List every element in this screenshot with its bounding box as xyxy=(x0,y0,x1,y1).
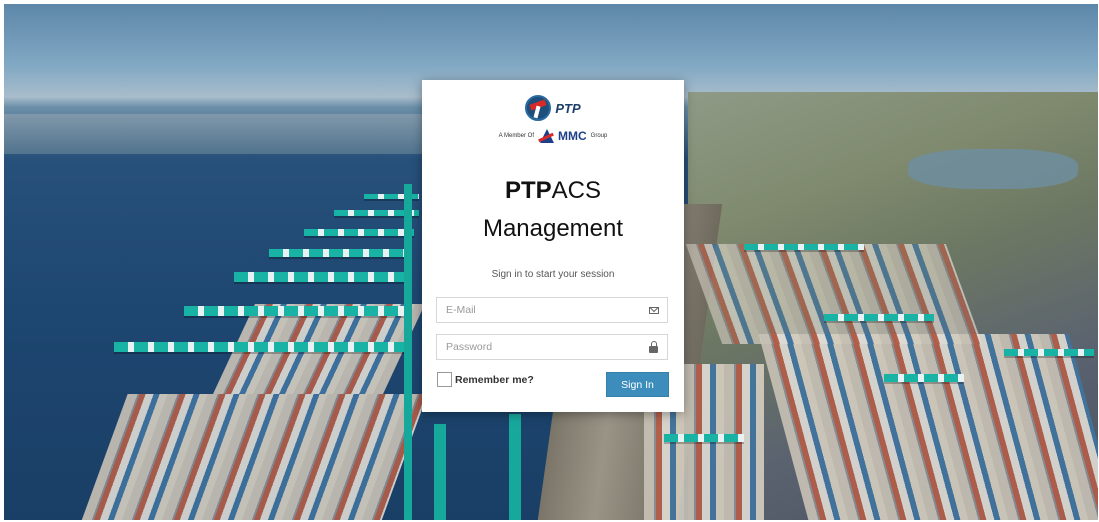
crane-boom xyxy=(114,342,404,352)
inland-water xyxy=(908,149,1078,189)
password-input[interactable] xyxy=(437,335,636,359)
crane-boom xyxy=(234,272,404,282)
crane-leg xyxy=(434,424,446,520)
login-box: PTP A Member Of MMC Group PTPACS Managem… xyxy=(422,80,684,412)
lock-icon xyxy=(649,341,658,353)
title-bold: PTP xyxy=(504,177,552,204)
page-title-line2: Management xyxy=(482,215,624,242)
gantry-crane xyxy=(744,244,864,250)
envelope-icon xyxy=(649,307,659,314)
crane-leg xyxy=(404,184,412,520)
mmc-logo-text: MMC xyxy=(557,129,587,143)
remember-me-label[interactable]: Remember me? xyxy=(455,374,534,386)
member-of-mmc: A Member Of MMC Group xyxy=(422,128,684,144)
container-stack xyxy=(80,394,428,520)
email-input[interactable] xyxy=(437,298,636,322)
email-field xyxy=(436,297,668,323)
far-shore xyxy=(4,114,424,154)
page-title: PTPACS xyxy=(422,177,684,205)
crane-boom xyxy=(304,229,414,236)
sign-in-button[interactable]: Sign In xyxy=(606,372,669,397)
container-stack xyxy=(685,244,983,344)
gantry-crane xyxy=(664,434,744,442)
container-stack xyxy=(758,334,1098,520)
gantry-crane xyxy=(884,374,964,382)
login-box-message: Sign in to start your session xyxy=(491,269,615,280)
ptp-logo-icon xyxy=(525,95,552,121)
group-suffix: Group xyxy=(590,133,608,139)
remember-me: Remember me? xyxy=(437,372,534,387)
title-regular: ACS xyxy=(551,177,602,204)
mmc-logo-icon xyxy=(538,128,554,144)
remember-me-checkbox[interactable] xyxy=(437,372,452,387)
crane-leg xyxy=(509,414,521,520)
ptp-logo: PTP xyxy=(422,94,684,122)
crane-boom xyxy=(269,249,404,257)
ptp-logo-text: PTP xyxy=(555,100,581,116)
crane-boom xyxy=(184,306,404,316)
gantry-crane xyxy=(824,314,934,321)
member-prefix: A Member Of xyxy=(498,133,534,139)
gantry-crane xyxy=(1004,349,1094,356)
password-field xyxy=(436,334,668,360)
